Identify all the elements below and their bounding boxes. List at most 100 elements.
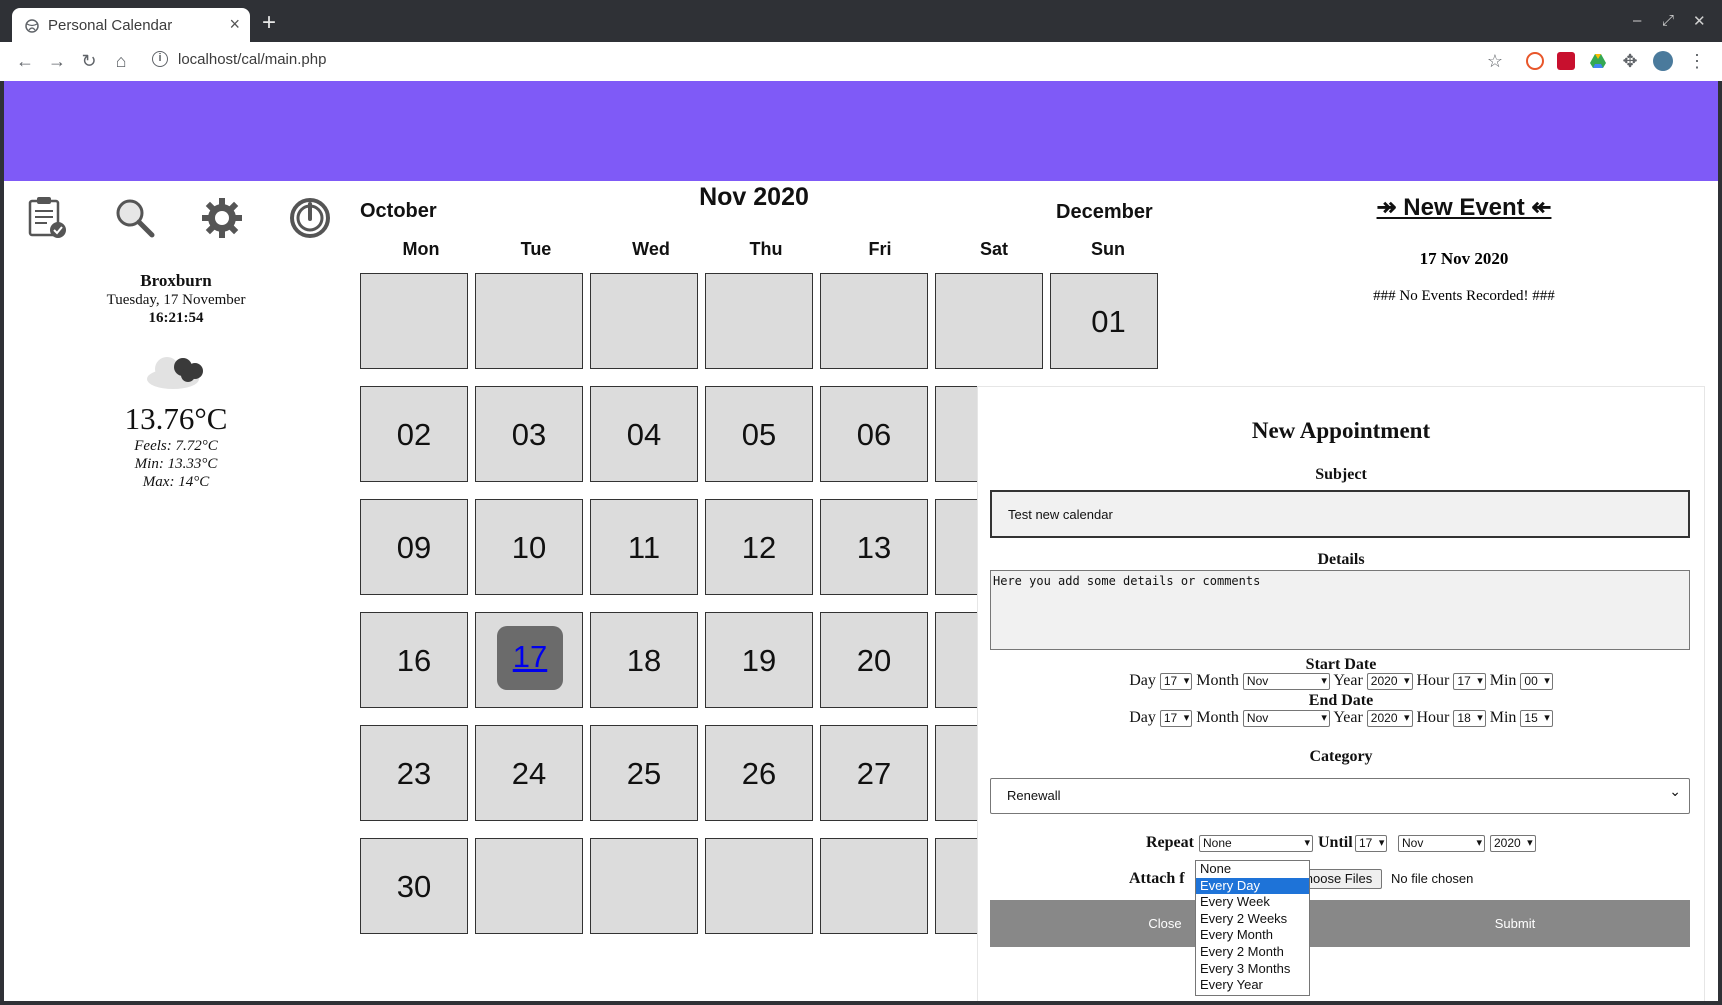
calendar-day-cell[interactable]: 20 <box>820 612 928 708</box>
calendar-day-cell-today[interactable]: 17 <box>475 612 583 708</box>
new-appointment-modal: New Appointment Subject Test new calenda… <box>977 386 1705 1001</box>
calendar-day-cell[interactable]: 01 <box>1050 273 1158 369</box>
drive-icon[interactable] <box>1589 52 1607 70</box>
home-icon[interactable]: ⌂ <box>110 50 132 72</box>
start-month-select[interactable]: Nov <box>1242 672 1330 690</box>
calendar-day-cell[interactable]: 26 <box>705 725 813 821</box>
repeat-select[interactable]: None <box>1199 835 1313 852</box>
new-tab-icon[interactable]: + <box>262 11 276 35</box>
today-day-link[interactable]: 17 <box>497 626 563 690</box>
until-month-select[interactable]: Nov <box>1398 835 1485 852</box>
power-icon[interactable] <box>287 195 333 241</box>
repeat-option[interactable]: None <box>1196 861 1309 878</box>
maximize-icon[interactable]: ⤢ <box>1662 12 1674 29</box>
calendar-day-cell[interactable] <box>705 838 813 934</box>
calendar-day-cell[interactable] <box>475 273 583 369</box>
calendar-day-cell[interactable]: 18 <box>590 612 698 708</box>
weekday-header: Mon <box>402 239 440 259</box>
calendar-day-cell[interactable]: 06 <box>820 386 928 482</box>
settings-gear-icon[interactable] <box>199 195 245 241</box>
calendar-day-cell[interactable] <box>705 273 813 369</box>
calendar-day-cell[interactable]: 09 <box>360 499 468 595</box>
repeat-option[interactable]: Every 3 Months <box>1196 961 1309 978</box>
start-year-select[interactable]: 2020 <box>1366 672 1413 690</box>
calendar-day-cell[interactable] <box>820 273 928 369</box>
profile-avatar[interactable] <box>1653 51 1673 71</box>
extension-icon-2[interactable] <box>1557 52 1575 70</box>
calendar-day-cell[interactable]: 11 <box>590 499 698 595</box>
calendar-day-cell[interactable]: 10 <box>475 499 583 595</box>
address-bar[interactable]: localhost/cal/main.php <box>178 51 326 68</box>
weather-widget: Broxburn Tuesday, 17 November 16:21:54 1… <box>4 271 348 491</box>
calendar-day-cell[interactable]: 19 <box>705 612 813 708</box>
extensions-puzzle-icon[interactable]: ✥ <box>1619 50 1641 72</box>
new-event-link[interactable]: ↠ New Event ↞ <box>1304 193 1624 222</box>
until-label: Until <box>1318 834 1353 851</box>
reload-icon[interactable]: ↻ <box>78 50 100 72</box>
extension-icon-1[interactable] <box>1526 52 1544 70</box>
no-file-chosen-text: No file chosen <box>1391 871 1474 886</box>
calendar-day-cell[interactable]: 13 <box>820 499 928 595</box>
calendar-day-cell[interactable] <box>590 273 698 369</box>
calendar-day-cell[interactable]: 24 <box>475 725 583 821</box>
window-close-icon[interactable]: ✕ <box>1693 12 1706 30</box>
bookmark-star-icon[interactable]: ☆ <box>1484 50 1506 72</box>
end-date-row: Day 17 Month Nov Year 2020 Hour 18 Min 1… <box>978 709 1704 727</box>
calendar-day-cell[interactable]: 30 <box>360 838 468 934</box>
calendar-day-cell[interactable] <box>935 273 1043 369</box>
repeat-option[interactable]: Every Week <box>1196 894 1309 911</box>
end-year-select[interactable]: 2020 <box>1366 709 1413 727</box>
repeat-label: Repeat <box>1146 834 1194 851</box>
repeat-option[interactable]: Every 2 Weeks <box>1196 911 1309 928</box>
start-min-select[interactable]: 00 <box>1520 672 1553 690</box>
end-day-select[interactable]: 17 <box>1159 709 1193 727</box>
start-day-select[interactable]: 17 <box>1159 672 1193 690</box>
repeat-option[interactable]: Every Month <box>1196 927 1309 944</box>
hour-label: Hour <box>1416 672 1450 689</box>
weather-city: Broxburn <box>140 271 212 290</box>
calendar-day-cell[interactable]: 04 <box>590 386 698 482</box>
year-label: Year <box>1333 672 1363 689</box>
category-select[interactable]: Renewall <box>990 778 1690 814</box>
calendar-day-cell[interactable]: 05 <box>705 386 813 482</box>
forward-icon[interactable]: → <box>46 50 68 72</box>
browser-toolbar: ← → ↻ ⌂ i localhost/cal/main.php ☆ ✥ ⋮ <box>0 42 1722 81</box>
calendar-day-cell[interactable]: 12 <box>705 499 813 595</box>
repeat-option[interactable]: Every Year <box>1196 977 1309 994</box>
calendar-day-cell[interactable]: 23 <box>360 725 468 821</box>
subject-input[interactable]: Test new calendar <box>990 490 1690 538</box>
calendar-day-cell[interactable]: 27 <box>820 725 928 821</box>
back-icon[interactable]: ← <box>14 50 36 72</box>
tab-close-icon[interactable]: × <box>229 14 240 35</box>
weekday-header: Thu <box>749 239 783 259</box>
start-hour-select[interactable]: 17 <box>1453 672 1486 690</box>
repeat-option[interactable]: Every 2 Month <box>1196 944 1309 961</box>
previous-month-link[interactable]: October <box>360 200 437 223</box>
calendar-day-cell[interactable] <box>820 838 928 934</box>
weather-temperature: 13.76°C <box>124 401 228 436</box>
until-day-select[interactable]: 17 <box>1355 835 1388 852</box>
browser-tab[interactable]: Personal Calendar × <box>12 8 250 44</box>
calendar-day-cell[interactable]: 03 <box>475 386 583 482</box>
calendar-day-cell[interactable]: 16 <box>360 612 468 708</box>
next-month-link[interactable]: December <box>1056 201 1153 224</box>
until-year-select[interactable]: 2020 <box>1490 835 1536 852</box>
submit-button[interactable]: Submit <box>1340 900 1690 947</box>
calendar-day-cell[interactable] <box>475 838 583 934</box>
end-hour-select[interactable]: 18 <box>1453 709 1486 727</box>
end-month-select[interactable]: Nov <box>1242 709 1330 727</box>
end-min-select[interactable]: 15 <box>1520 709 1553 727</box>
page-content: Broxburn Tuesday, 17 November 16:21:54 1… <box>4 81 1718 1001</box>
tasks-clipboard-icon[interactable] <box>24 195 70 241</box>
search-icon[interactable] <box>112 195 158 241</box>
site-info-icon[interactable]: i <box>152 51 168 67</box>
calendar-day-cell[interactable] <box>590 838 698 934</box>
repeat-option-highlighted[interactable]: Every Day <box>1196 877 1309 895</box>
minimize-icon[interactable]: – <box>1633 12 1641 29</box>
calendar-day-cell[interactable]: 02 <box>360 386 468 482</box>
calendar-day-cell[interactable] <box>360 273 468 369</box>
menu-icon[interactable]: ⋮ <box>1686 50 1708 72</box>
weather-min: Min: 13.33°C <box>134 456 218 472</box>
calendar-day-cell[interactable]: 25 <box>590 725 698 821</box>
details-textarea[interactable]: Here you add some details or comments <box>990 570 1690 650</box>
